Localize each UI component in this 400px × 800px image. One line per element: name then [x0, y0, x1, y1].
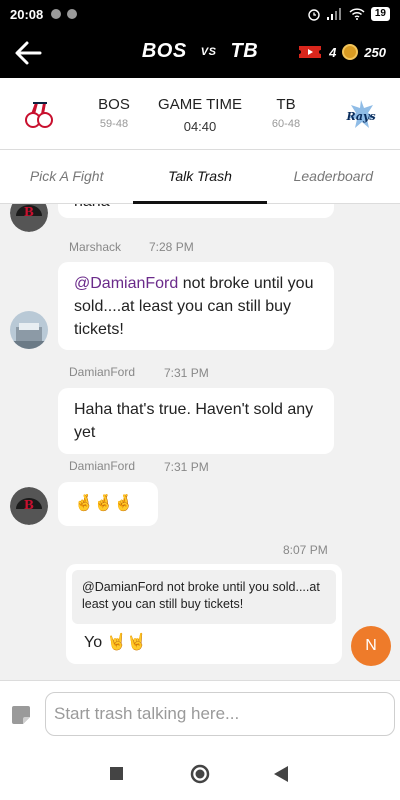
notification-dot-icon [51, 9, 62, 19]
home-team: BOS 59-48 [94, 96, 134, 130]
red-sox-logo [25, 102, 53, 128]
home-team-record: 59-48 [99, 118, 129, 130]
coins-count: 250 [364, 44, 386, 60]
home-icon[interactable] [190, 764, 210, 784]
tickets-count: 4 [329, 44, 337, 60]
tab-leaderboard[interactable]: Leaderboard [267, 150, 400, 203]
status-time: 20:08 [10, 6, 44, 22]
message-text: Haha that's true. Haven't sold any yet [74, 401, 314, 441]
signal-icon [326, 8, 341, 20]
message-timestamp: 7:31 PM [164, 366, 209, 380]
message-bubble: @DamianFord not broke until you sold....… [58, 262, 334, 350]
message-timestamp: 7:31 PM [164, 460, 209, 474]
coin-icon [342, 44, 359, 60]
red-sox-cap-avatar[interactable]: B [10, 204, 48, 232]
sticker-icon[interactable] [10, 704, 32, 726]
vs-label: VS [200, 46, 217, 58]
stadium-photo-avatar[interactable] [10, 311, 48, 349]
quoted-message[interactable]: @DamianFord not broke until you sold....… [72, 570, 336, 624]
back-arrow-icon[interactable] [14, 40, 42, 66]
message-timestamp: 8:07 PM [283, 543, 328, 557]
mention-link[interactable]: @DamianFord [74, 275, 178, 292]
app-header: BOS VS TB 4 250 [0, 28, 400, 78]
message-text: 🤞🤞🤞 [74, 495, 134, 512]
recent-apps-icon[interactable] [110, 767, 123, 780]
battery-icon: 19 [370, 7, 390, 21]
away-team-name: TB [276, 96, 296, 113]
currency-display[interactable]: 4 250 [297, 44, 386, 60]
alarm-icon [308, 9, 320, 21]
wifi-icon [349, 8, 365, 20]
system-nav-bar [0, 746, 400, 800]
message-username: DamianFord [69, 459, 136, 473]
tab-talk-trash[interactable]: Talk Trash [133, 150, 267, 204]
message-username: Marshack [69, 240, 122, 254]
svg-text:B: B [24, 205, 34, 219]
ticket-icon [299, 46, 322, 58]
red-sox-cap-avatar[interactable]: B [10, 487, 48, 525]
user-initial-avatar[interactable]: N [351, 626, 391, 666]
notification-dot-icon [67, 9, 78, 19]
message-timestamp: 7:28 PM [149, 240, 194, 254]
game-info: GAME TIME 04:40 [150, 96, 250, 134]
message-username: DamianFord [69, 365, 136, 379]
home-team-name: BOS [98, 96, 130, 113]
rays-logo: Rays [345, 100, 376, 128]
away-team: TB 60-48 [266, 96, 306, 130]
message-bubble: haha [58, 204, 334, 218]
chat-feed[interactable]: B haha Marshack 7:28 PM @DamianFord not … [0, 204, 400, 680]
tab-bar: Pick A Fight Talk Trash Leaderboard [0, 150, 400, 204]
message-bubble: Haha that's true. Haven't sold any yet [58, 388, 334, 454]
message-bubble: 🤞🤞🤞 [58, 482, 158, 526]
tab-pick-a-fight[interactable]: Pick A Fight [0, 150, 133, 203]
game-time-label: GAME TIME [158, 96, 242, 113]
scoreboard: BOS 59-48 GAME TIME 04:40 TB 60-48 Rays [0, 78, 400, 150]
away-team-abbr: TB [230, 40, 259, 62]
message-input[interactable] [45, 692, 395, 736]
svg-text:B: B [24, 498, 34, 512]
status-bar: 20:08 19 [0, 0, 400, 28]
status-icons: 19 [307, 7, 390, 21]
message-text: haha [74, 204, 110, 210]
away-team-record: 60-48 [271, 118, 301, 130]
home-team-abbr: BOS [141, 40, 187, 62]
message-text: Yo 🤘🤘 [84, 634, 147, 651]
game-time-value: 04:40 [183, 119, 217, 134]
composer-bar [0, 680, 400, 746]
back-triangle-icon[interactable] [274, 766, 288, 782]
svg-text:Rays: Rays [345, 110, 375, 123]
